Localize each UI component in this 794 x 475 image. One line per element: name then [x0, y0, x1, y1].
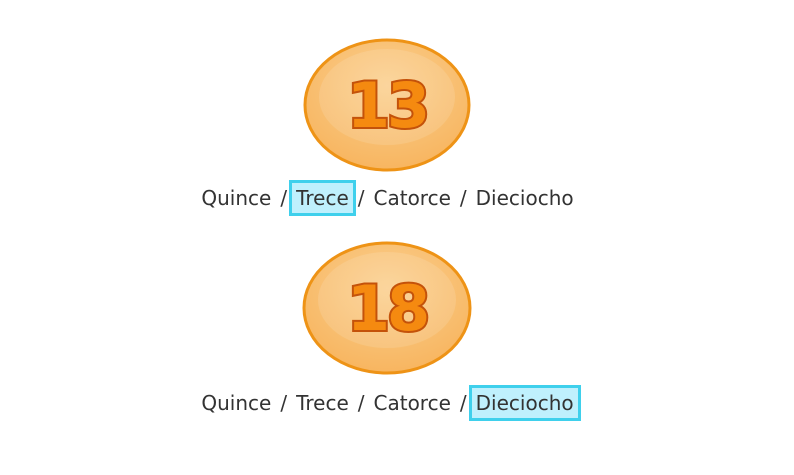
option-catorce[interactable]: Catorce: [367, 180, 458, 216]
number-badge: 13: [302, 37, 472, 173]
option-quince[interactable]: Quince: [194, 385, 278, 421]
separator: /: [459, 391, 467, 415]
option-quince[interactable]: Quince: [194, 180, 278, 216]
separator: /: [357, 186, 365, 210]
answer-options: Quince / Trece / Catorce / Dieciocho: [0, 180, 775, 216]
option-dieciocho[interactable]: Dieciocho: [468, 385, 581, 421]
separator: /: [280, 391, 288, 415]
separator: /: [280, 186, 288, 210]
option-catorce[interactable]: Catorce: [367, 385, 458, 421]
badge-number: 13: [347, 69, 427, 142]
option-trece[interactable]: Trece: [289, 180, 356, 216]
answer-options: Quince / Trece / Catorce / Dieciocho: [0, 385, 775, 421]
badge-number: 18: [347, 272, 427, 345]
number-badge: 18: [301, 240, 472, 376]
separator: /: [357, 391, 365, 415]
separator: /: [459, 186, 467, 210]
option-trece[interactable]: Trece: [289, 385, 356, 421]
option-dieciocho[interactable]: Dieciocho: [469, 180, 581, 216]
